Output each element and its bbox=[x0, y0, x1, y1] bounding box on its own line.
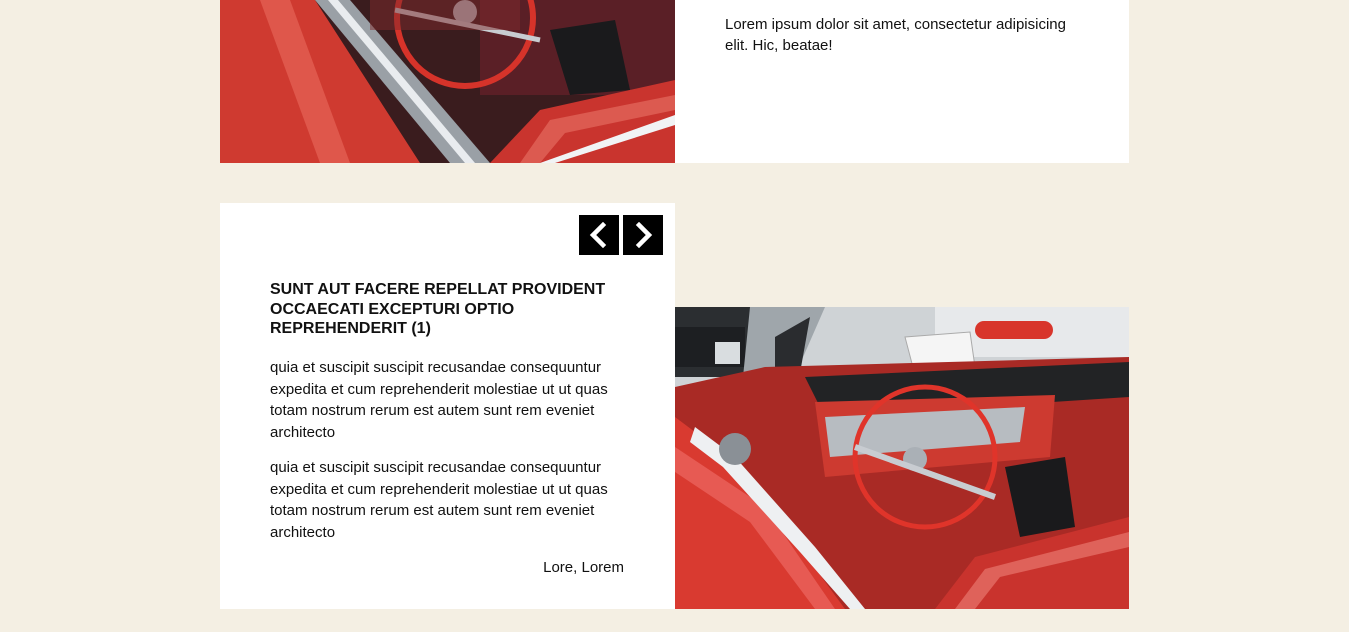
chevron-left-icon bbox=[589, 222, 607, 248]
car-photo-top bbox=[220, 0, 675, 163]
carousel-nav bbox=[579, 215, 663, 255]
next-button[interactable] bbox=[623, 215, 663, 255]
prev-button[interactable] bbox=[579, 215, 619, 255]
car-photo-top-illustration bbox=[220, 0, 675, 163]
card-paragraph-2: quia et suscipit suscipit recusandae con… bbox=[270, 459, 608, 541]
top-description: Lorem ipsum dolor sit amet, consectetur … bbox=[725, 16, 1066, 54]
article-card: SUNT AUT FACERE REPELLAT PROVIDENT OCCAE… bbox=[220, 203, 675, 609]
car-photo-bottom bbox=[675, 307, 1129, 609]
card-title: SUNT AUT FACERE REPELLAT PROVIDENT OCCAE… bbox=[270, 281, 606, 337]
top-text-panel: Lorem ipsum dolor sit amet, consectetur … bbox=[675, 0, 1129, 163]
card-author: Lore, Lorem bbox=[543, 559, 624, 576]
card-paragraph-1: quia et suscipit suscipit recusandae con… bbox=[270, 359, 608, 441]
chevron-right-icon bbox=[635, 222, 653, 248]
car-photo-bottom-illustration bbox=[675, 307, 1129, 609]
